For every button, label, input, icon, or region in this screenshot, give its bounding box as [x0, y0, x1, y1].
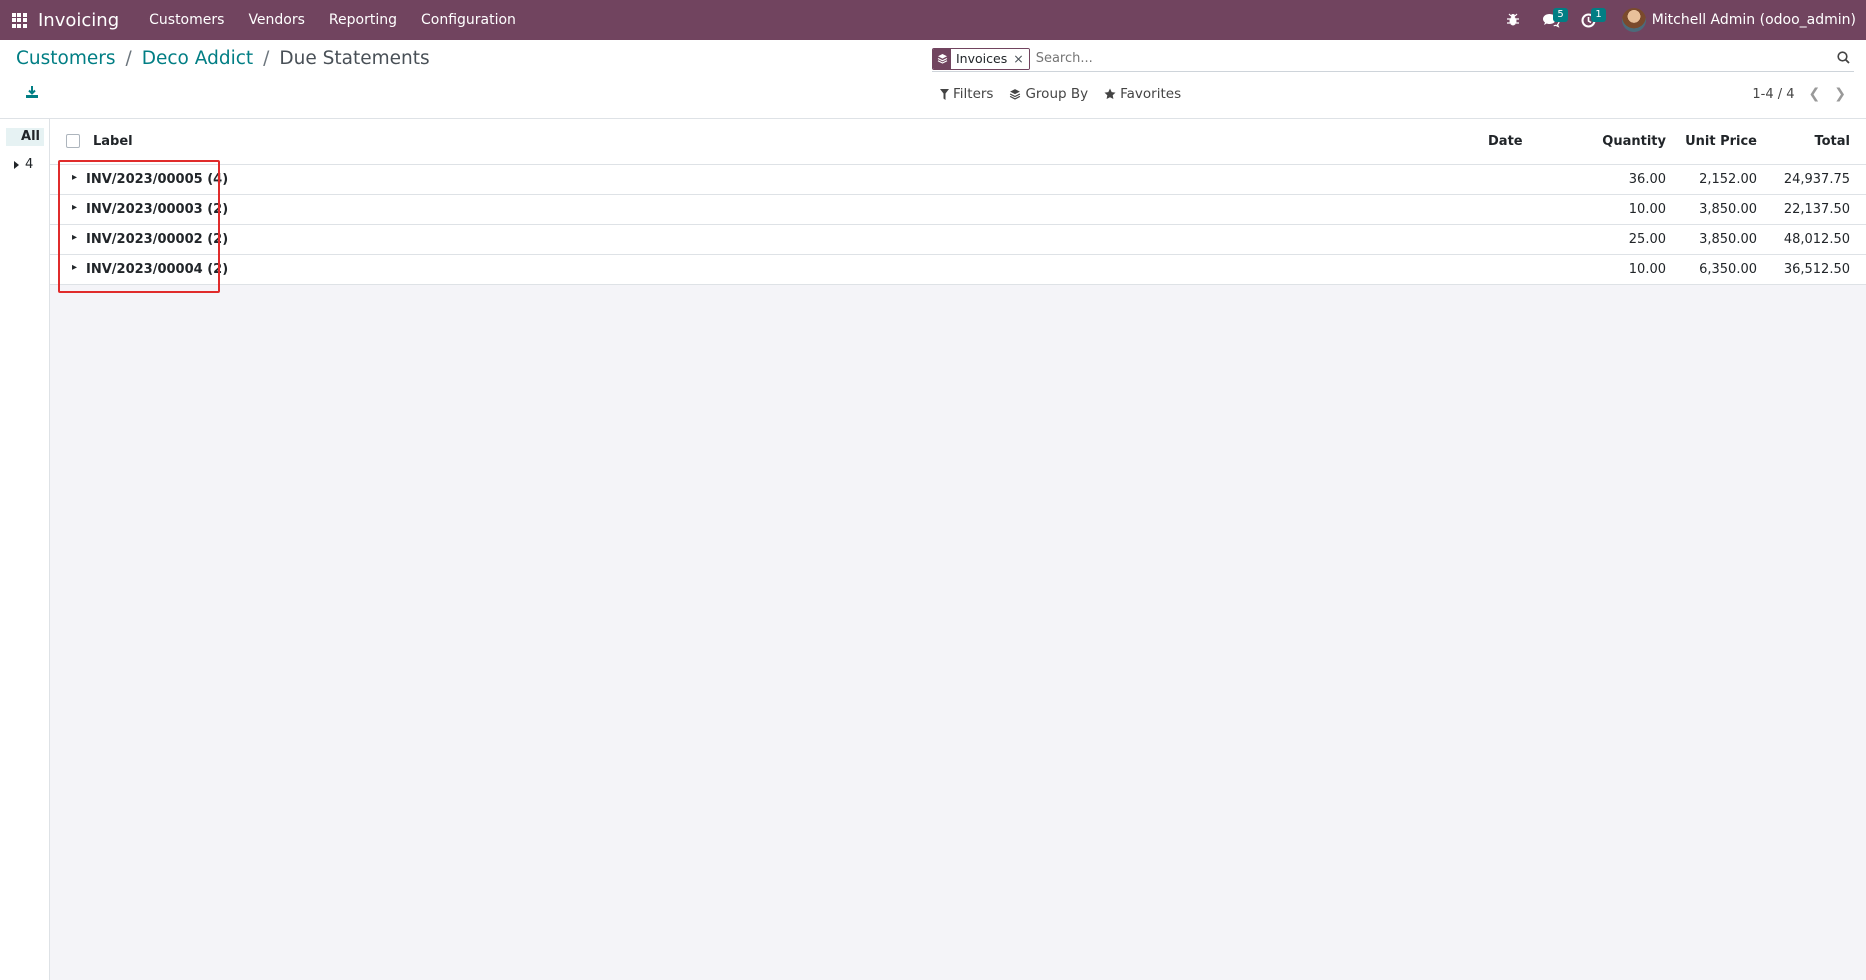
star-icon: [1104, 88, 1116, 99]
column-unit-price[interactable]: Unit Price: [1685, 134, 1757, 149]
group-label: INV/2023/00004 (2): [86, 262, 229, 277]
groupby-button[interactable]: Group By: [1009, 86, 1088, 102]
caret-right-icon: [14, 160, 19, 169]
breadcrumb-separator: /: [125, 48, 132, 69]
search-icon[interactable]: [1837, 51, 1850, 68]
debug-bug-icon[interactable]: [1494, 0, 1532, 40]
activities-button[interactable]: 1: [1570, 0, 1608, 40]
search-input[interactable]: [1035, 51, 1854, 66]
breadcrumb-customers[interactable]: Customers: [16, 48, 116, 69]
caret-right-icon: ▸: [72, 202, 78, 213]
pager-next-icon[interactable]: ❯: [1834, 86, 1846, 102]
group-quantity: 25.00: [1628, 232, 1666, 247]
group-row[interactable]: ▸ INV/2023/00002 (2) 25.00 3,850.00 48,0…: [50, 225, 1866, 255]
caret-right-icon: ▸: [72, 172, 78, 183]
group-total: 22,137.50: [1783, 202, 1850, 217]
activities-badge: 1: [1591, 8, 1606, 22]
breadcrumb-separator: /: [263, 48, 270, 69]
group-quantity: 36.00: [1628, 172, 1666, 187]
caret-right-icon: ▸: [72, 232, 78, 243]
menu-vendors[interactable]: Vendors: [236, 0, 316, 40]
layers-icon: [933, 48, 951, 69]
systray: 5 1 Mitchell Admin (odoo_admin): [1494, 0, 1856, 40]
page-title: Due Statements: [279, 48, 430, 69]
group-unit-price: 3,850.00: [1699, 202, 1757, 217]
group-quantity: 10.00: [1628, 202, 1666, 217]
breadcrumb-deco-addict[interactable]: Deco Addict: [142, 48, 253, 69]
group-label: INV/2023/00002 (2): [86, 232, 229, 247]
download-button[interactable]: [26, 86, 40, 100]
column-date[interactable]: Date: [1488, 134, 1523, 149]
pager-value[interactable]: 1-4 / 4: [1752, 87, 1794, 102]
group-row[interactable]: ▸ INV/2023/00004 (2) 10.00 6,350.00 36,5…: [50, 255, 1866, 285]
filters-label: Filters: [953, 86, 994, 102]
layers-icon: [1010, 89, 1021, 100]
favorites-label: Favorites: [1120, 86, 1182, 102]
menu-customers[interactable]: Customers: [137, 0, 236, 40]
app-title[interactable]: Invoicing: [38, 10, 119, 31]
filters-button[interactable]: Filters: [940, 86, 993, 102]
group-row[interactable]: ▸ INV/2023/00003 (2) 10.00 3,850.00 22,1…: [50, 195, 1866, 225]
user-menu[interactable]: Mitchell Admin (odoo_admin): [1652, 12, 1856, 28]
search-panel: All 4: [0, 119, 50, 980]
list-view: Label Date Quantity Unit Price Total ▸ I…: [50, 119, 1866, 980]
apps-menu-button[interactable]: [0, 0, 38, 40]
filter-icon: [940, 88, 949, 100]
main-navbar: Invoicing Customers Vendors Reporting Co…: [0, 0, 1866, 40]
group-unit-price: 6,350.00: [1699, 262, 1757, 277]
select-all-checkbox[interactable]: [66, 134, 80, 148]
group-unit-price: 2,152.00: [1699, 172, 1757, 187]
groupby-label: Group By: [1025, 86, 1089, 102]
messages-badge: 5: [1553, 8, 1568, 22]
search-bar: Invoices ×: [932, 46, 1854, 72]
list-table: Label Date Quantity Unit Price Total ▸ I…: [50, 119, 1866, 285]
group-quantity: 10.00: [1628, 262, 1666, 277]
messages-button[interactable]: 5: [1532, 0, 1570, 40]
caret-right-icon: ▸: [72, 262, 78, 273]
facet-remove-icon[interactable]: ×: [1013, 48, 1029, 69]
search-panel-item[interactable]: 4: [14, 157, 33, 172]
favorites-button[interactable]: Favorites: [1104, 86, 1181, 102]
search-facet-invoices[interactable]: Invoices ×: [932, 47, 1030, 70]
pager-previous-icon[interactable]: ❮: [1809, 86, 1821, 102]
group-total: 24,937.75: [1783, 172, 1850, 187]
download-icon: [26, 86, 38, 98]
menu-reporting[interactable]: Reporting: [317, 0, 409, 40]
column-total[interactable]: Total: [1814, 134, 1850, 149]
search-panel-item-label: 4: [25, 157, 34, 172]
avatar[interactable]: [1621, 8, 1646, 32]
group-unit-price: 3,850.00: [1699, 232, 1757, 247]
column-quantity[interactable]: Quantity: [1602, 134, 1666, 149]
apps-grid-icon: [11, 12, 27, 28]
menu-configuration[interactable]: Configuration: [409, 0, 528, 40]
group-label: INV/2023/00003 (2): [86, 202, 229, 217]
pager: 1-4 / 4 ❮ ❯: [1752, 86, 1846, 102]
table-header: Label Date Quantity Unit Price Total: [50, 119, 1866, 165]
group-row[interactable]: ▸ INV/2023/00005 (4) 36.00 2,152.00 24,9…: [50, 165, 1866, 195]
facet-label: Invoices: [951, 48, 1014, 69]
column-label[interactable]: Label: [93, 134, 133, 149]
search-panel-all[interactable]: All: [6, 128, 44, 146]
search-options: Filters Group By Favorites: [940, 86, 1181, 102]
group-label: INV/2023/00005 (4): [86, 172, 229, 187]
group-total: 48,012.50: [1783, 232, 1850, 247]
breadcrumb: Customers / Deco Addict / Due Statements: [16, 48, 430, 69]
group-total: 36,512.50: [1783, 262, 1850, 277]
